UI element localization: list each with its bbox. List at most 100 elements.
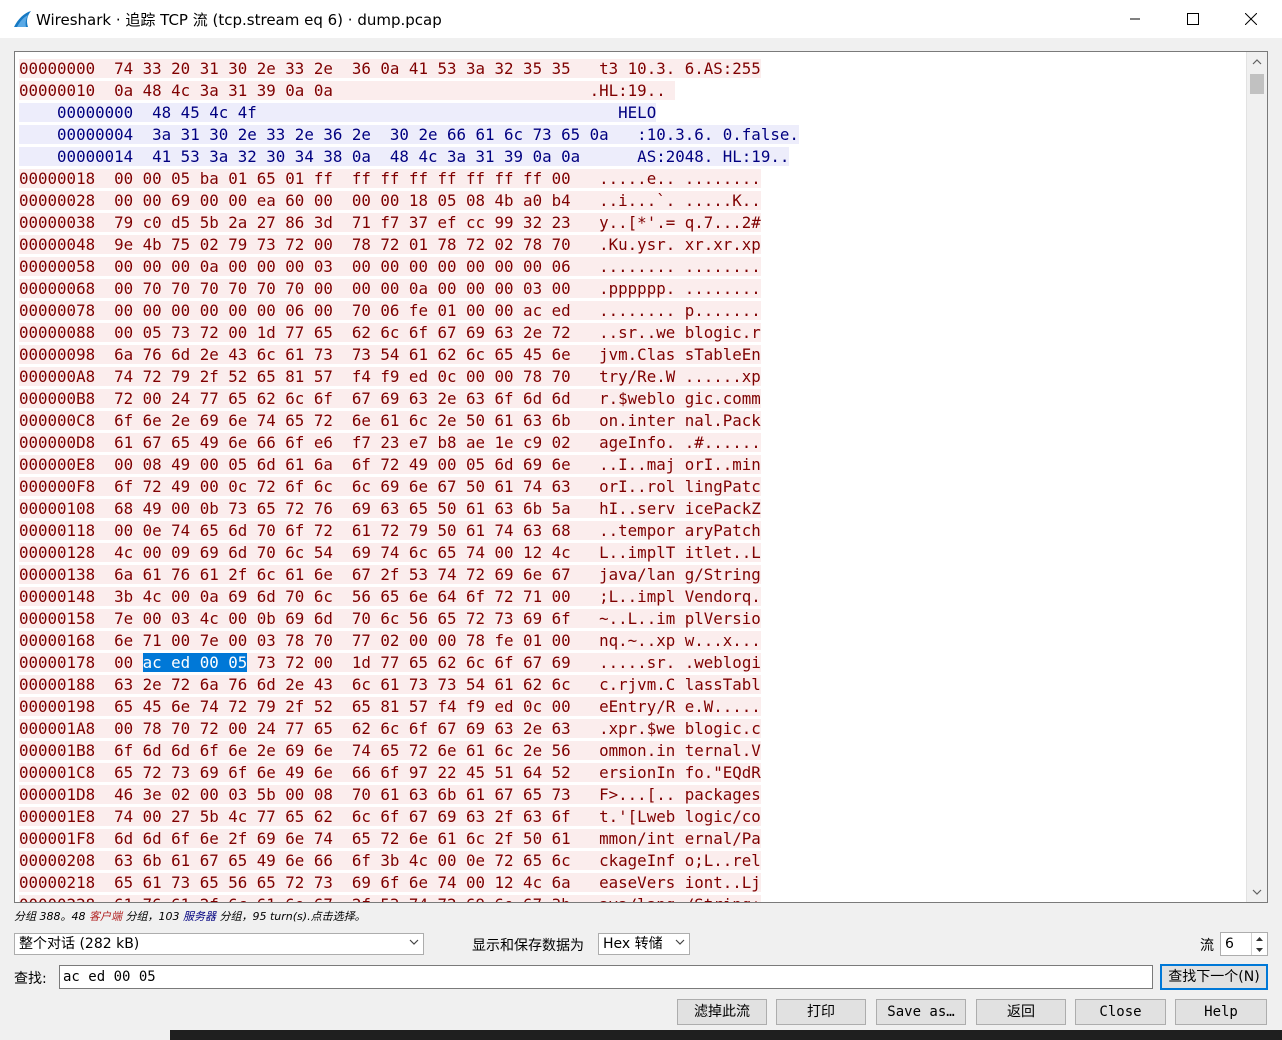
line-text: 00000108 68 49 00 0b 73 65 72 76 69 63 6… — [19, 499, 761, 518]
back-button[interactable]: 返回 — [976, 999, 1066, 1025]
line-text: 000000B8 72 00 24 77 65 62 6c 6f 67 69 6… — [19, 389, 761, 408]
show-save-as-label: 显示和保存数据为 — [472, 938, 584, 954]
line-text: 00000000 48 45 4c 4f HELO — [19, 103, 657, 122]
line-text: 00000128 4c 00 09 69 6d 70 6c 54 69 74 6… — [19, 543, 761, 562]
client-data-line[interactable]: 00000168 6e 71 00 7e 00 03 78 70 77 02 0… — [19, 630, 799, 652]
client-data-line[interactable]: 000001D8 46 3e 02 00 03 5b 00 08 70 61 6… — [19, 784, 799, 806]
client-data-line[interactable]: 00000228 61 76 61 2f 6c 61 6e 67 2f 53 7… — [19, 894, 799, 902]
client-data-line[interactable]: 000000C8 6f 6e 2e 69 6e 74 65 72 6e 61 6… — [19, 410, 799, 432]
line-text: 000000C8 6f 6e 2e 69 6e 74 65 72 6e 61 6… — [19, 411, 761, 430]
title-bar: Wireshark · 追踪 TCP 流 (tcp.stream eq 6) ·… — [0, 0, 1282, 38]
window-title: Wireshark · 追踪 TCP 流 (tcp.stream eq 6) ·… — [36, 11, 442, 29]
client-data-line[interactable]: 00000108 68 49 00 0b 73 65 72 76 69 63 6… — [19, 498, 799, 520]
stream-status: 分组 388。48 客户端 分组，103 服务器 分组，95 turn(s).点… — [14, 908, 366, 924]
find-next-button[interactable]: 查找下一个(N) — [1160, 964, 1268, 990]
scroll-down-icon[interactable] — [1247, 882, 1267, 902]
client-data-line[interactable]: 000000E8 00 08 49 00 05 6d 61 6a 6f 72 4… — [19, 454, 799, 476]
client-data-line[interactable]: 00000198 65 45 6e 74 72 79 2f 52 65 81 5… — [19, 696, 799, 718]
client-data-line[interactable]: 00000098 6a 76 6d 2e 43 6c 61 73 73 54 6… — [19, 344, 799, 366]
client-data-line[interactable]: 00000000 74 33 20 31 30 2e 33 2e 36 0a 4… — [19, 58, 799, 80]
client-data-line[interactable]: 00000088 00 05 73 72 00 1d 77 65 62 6c 6… — [19, 322, 799, 344]
client-data-line[interactable]: 000000B8 72 00 24 77 65 62 6c 6f 67 69 6… — [19, 388, 799, 410]
line-text: 000000D8 61 67 65 49 6e 66 6f e6 f7 23 e… — [19, 433, 761, 452]
line-text: 00000000 74 33 20 31 30 2e 33 2e 36 0a 4… — [19, 59, 761, 78]
client-data-line[interactable]: 00000188 63 2e 72 6a 76 6d 2e 43 6c 61 7… — [19, 674, 799, 696]
stream-content-view[interactable]: 00000000 74 33 20 31 30 2e 33 2e 36 0a 4… — [14, 51, 1268, 903]
line-text: 000000A8 74 72 79 2f 52 65 81 57 f4 f9 e… — [19, 367, 761, 386]
help-button[interactable]: Help — [1175, 999, 1267, 1025]
client-data-line[interactable]: 00000028 00 00 69 00 00 ea 60 00 00 00 1… — [19, 190, 799, 212]
client-data-line[interactable]: 00000138 6a 61 76 61 2f 6c 61 6e 67 2f 5… — [19, 564, 799, 586]
close-button[interactable]: Close — [1075, 999, 1166, 1025]
status-middle: 分组，103 — [122, 910, 183, 923]
client-data-line[interactable]: 00000018 00 00 05 ba 01 65 01 ff ff ff f… — [19, 168, 799, 190]
client-data-line[interactable]: 000001C8 65 72 73 69 6f 6e 49 6e 66 6f 9… — [19, 762, 799, 784]
find-label: 查找: — [14, 971, 47, 987]
line-text: 00000028 00 00 69 00 00 ea 60 00 00 00 1… — [19, 191, 761, 210]
stream-label: 流 — [1200, 938, 1214, 954]
client-data-line[interactable]: 00000038 79 c0 d5 5b 2a 27 86 3d 71 f7 3… — [19, 212, 799, 234]
maximize-icon — [1187, 13, 1199, 25]
client-data-line[interactable]: 00000068 00 70 70 70 70 70 70 00 00 00 0… — [19, 278, 799, 300]
close-icon — [1245, 13, 1257, 25]
spin-down-icon[interactable] — [1251, 944, 1267, 955]
client-data-line[interactable]: 00000158 7e 00 03 4c 00 0b 69 6d 70 6c 5… — [19, 608, 799, 630]
line-text: 00000010 0a 48 4c 3a 31 39 0a 0a .HL:19.… — [19, 81, 676, 100]
scrollbar-thumb[interactable] — [1250, 74, 1264, 94]
line-text: 00000018 00 00 05 ba 01 65 01 ff ff ff f… — [19, 169, 761, 188]
client-data-line[interactable]: 000000F8 6f 72 49 00 0c 72 6f 6c 6c 69 6… — [19, 476, 799, 498]
line-text: 000001B8 6f 6d 6d 6f 6e 2e 69 6e 74 65 7… — [19, 741, 761, 760]
client-data-line[interactable]: 000000A8 74 72 79 2f 52 65 81 57 f4 f9 e… — [19, 366, 799, 388]
client-data-line[interactable]: 000001E8 74 00 27 5b 4c 77 65 62 6c 6f 6… — [19, 806, 799, 828]
filter-out-stream-button[interactable]: 滤掉此流 — [677, 999, 767, 1025]
client-data-line[interactable]: 00000048 9e 4b 75 02 79 73 72 00 78 72 0… — [19, 234, 799, 256]
client-data-line[interactable]: 00000218 65 61 73 65 56 65 72 73 69 6f 6… — [19, 872, 799, 894]
server-data-line[interactable]: 00000014 41 53 3a 32 30 34 38 0a 48 4c 3… — [19, 146, 799, 168]
line-text: 000001C8 65 72 73 69 6f 6e 49 6e 66 6f 9… — [19, 763, 761, 782]
stream-number-spinbox[interactable]: 6 — [1220, 932, 1268, 956]
client-data-line[interactable]: 00000208 63 6b 61 67 65 49 6e 66 6f 3b 4… — [19, 850, 799, 872]
line-text: 00000168 6e 71 00 7e 00 03 78 70 77 02 0… — [19, 631, 761, 650]
client-data-line[interactable]: 000001B8 6f 6d 6d 6f 6e 2e 69 6e 74 65 7… — [19, 740, 799, 762]
client-data-line[interactable]: 00000128 4c 00 09 69 6d 70 6c 54 69 74 6… — [19, 542, 799, 564]
client-data-line[interactable]: 000000D8 61 67 65 49 6e 66 6f e6 f7 23 e… — [19, 432, 799, 454]
line-text: 00000118 00 0e 74 65 6d 70 6f 72 61 72 7… — [19, 521, 761, 540]
client-data-line[interactable]: 00000148 3b 4c 00 0a 69 6d 70 6c 56 65 6… — [19, 586, 799, 608]
conversation-select[interactable]: 整个对话 (282 kB) — [14, 933, 424, 955]
server-label: 服务器 — [183, 910, 216, 923]
line-text: 00000218 65 61 73 65 56 65 72 73 69 6f 6… — [19, 873, 761, 892]
server-data-line[interactable]: 00000004 3a 31 30 2e 33 2e 36 2e 30 2e 6… — [19, 124, 799, 146]
format-select[interactable]: Hex 转储 — [598, 933, 690, 955]
client-data-line[interactable]: 00000178 00 ac ed 00 05 73 72 00 1d 77 6… — [19, 652, 799, 674]
print-button[interactable]: 打印 — [776, 999, 866, 1025]
line-text: 00000198 65 45 6e 74 72 79 2f 52 65 81 5… — [19, 697, 761, 716]
save-as-button[interactable]: Save as… — [876, 999, 966, 1025]
client-data-line[interactable]: 000001F8 6d 6d 6f 6e 2f 69 6e 74 65 72 6… — [19, 828, 799, 850]
status-prefix: 分组 388。48 — [14, 910, 89, 923]
client-data-line[interactable]: 00000010 0a 48 4c 3a 31 39 0a 0a .HL:19.… — [19, 80, 799, 102]
line-text: 00000088 00 05 73 72 00 1d 77 65 62 6c 6… — [19, 323, 761, 342]
line-text: 00000058 00 00 00 0a 00 00 00 03 00 00 0… — [19, 257, 761, 276]
client-data-line[interactable]: 00000118 00 0e 74 65 6d 70 6f 72 61 72 7… — [19, 520, 799, 542]
vertical-scrollbar[interactable] — [1246, 52, 1267, 902]
spin-up-icon[interactable] — [1251, 933, 1267, 944]
status-suffix: 分组，95 turn(s).点击选择。 — [216, 910, 366, 923]
server-data-line[interactable]: 00000000 48 45 4c 4f HELO — [19, 102, 799, 124]
client-label: 客户端 — [89, 910, 122, 923]
scroll-up-icon[interactable] — [1247, 52, 1267, 72]
client-data-line[interactable]: 00000078 00 00 00 00 00 00 06 00 70 06 f… — [19, 300, 799, 322]
minimize-icon — [1130, 18, 1140, 20]
minimize-button[interactable] — [1106, 0, 1164, 38]
client-data-line[interactable]: 000001A8 00 78 70 72 00 24 77 65 62 6c 6… — [19, 718, 799, 740]
line-text: 00000048 9e 4b 75 02 79 73 72 00 78 72 0… — [19, 235, 761, 254]
find-input[interactable]: ac ed 00 05 — [59, 965, 1153, 989]
chevron-down-icon — [409, 939, 419, 945]
line-text: 000000F8 6f 72 49 00 0c 72 6f 6c 6c 69 6… — [19, 477, 761, 496]
stream-number-value: 6 — [1225, 936, 1234, 952]
client-data-line[interactable]: 00000058 00 00 00 0a 00 00 00 03 00 00 0… — [19, 256, 799, 278]
close-window-button[interactable] — [1222, 0, 1280, 38]
maximize-button[interactable] — [1164, 0, 1222, 38]
line-text: 000000E8 00 08 49 00 05 6d 61 6a 6f 72 4… — [19, 455, 761, 474]
line-text: 00000148 3b 4c 00 0a 69 6d 70 6c 56 65 6… — [19, 587, 761, 606]
line-text: 000001D8 46 3e 02 00 03 5b 00 08 70 61 6… — [19, 785, 761, 804]
